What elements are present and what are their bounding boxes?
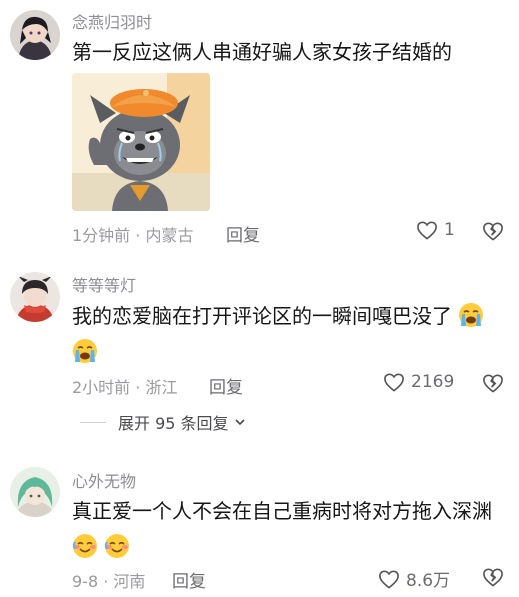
username[interactable]: 念燕归羽时 — [72, 9, 152, 33]
like-count: 2169 — [411, 372, 455, 392]
heart-icon — [417, 221, 437, 240]
expand-replies-button[interactable]: 展开 95 条回复 — [72, 410, 247, 434]
avatar[interactable] — [10, 467, 60, 517]
divider — [80, 421, 106, 423]
loudly-crying-emoji — [73, 339, 97, 363]
like-button[interactable]: 1 — [416, 220, 455, 240]
like-count: 1 — [444, 220, 455, 240]
comment-emoji-line — [72, 529, 130, 565]
comment-meta: 1分钟前 · 内蒙古 — [72, 226, 194, 245]
broken-heart-icon — [483, 374, 503, 393]
like-count: 8.6万 — [406, 571, 451, 591]
chevron-down-icon — [234, 419, 245, 426]
comment-meta: 2小时前 · 浙江 — [72, 378, 178, 397]
avatar[interactable] — [10, 10, 60, 60]
like-button[interactable]: 2169 — [383, 372, 454, 392]
username[interactable]: 心外无物 — [72, 468, 136, 492]
dislike-button[interactable] — [482, 373, 504, 397]
comment-text: 真正爱一个人不会在自己重病时将对方拖入深渊 — [72, 499, 492, 523]
reply-button[interactable]: 回复 — [226, 221, 260, 246]
broken-heart-icon — [483, 568, 503, 587]
dislike-button[interactable] — [482, 221, 504, 245]
broken-heart-icon — [483, 222, 503, 241]
reply-button[interactable]: 回复 — [209, 373, 243, 398]
reply-button[interactable]: 回复 — [172, 567, 206, 592]
heart-icon — [384, 373, 404, 392]
grey-wolf-crying-sticker[interactable] — [72, 73, 210, 211]
comment-meta: 9-8 · 河南 — [72, 572, 146, 591]
loudly-crying-emoji — [459, 303, 484, 327]
tearful-smile-emoji — [105, 534, 130, 558]
tearful-smile-emoji — [73, 534, 97, 558]
avatar[interactable] — [10, 272, 60, 322]
comment-text-line-2 — [72, 334, 98, 370]
comment-text: 第一反应这俩人串通好骗人家女孩子结婚的 — [72, 40, 452, 64]
expand-replies-label: 展开 95 条回复 — [118, 414, 229, 433]
dislike-button[interactable] — [482, 567, 504, 591]
heart-icon — [379, 569, 399, 589]
like-button[interactable]: 8.6万 — [378, 566, 450, 591]
comment-text: 我的恋爱脑在打开评论区的一瞬间嘎巴没了 — [72, 298, 484, 334]
username[interactable]: 等等等灯 — [72, 272, 136, 296]
comment-text-line: 我的恋爱脑在打开评论区的一瞬间嘎巴没了 — [72, 304, 452, 328]
